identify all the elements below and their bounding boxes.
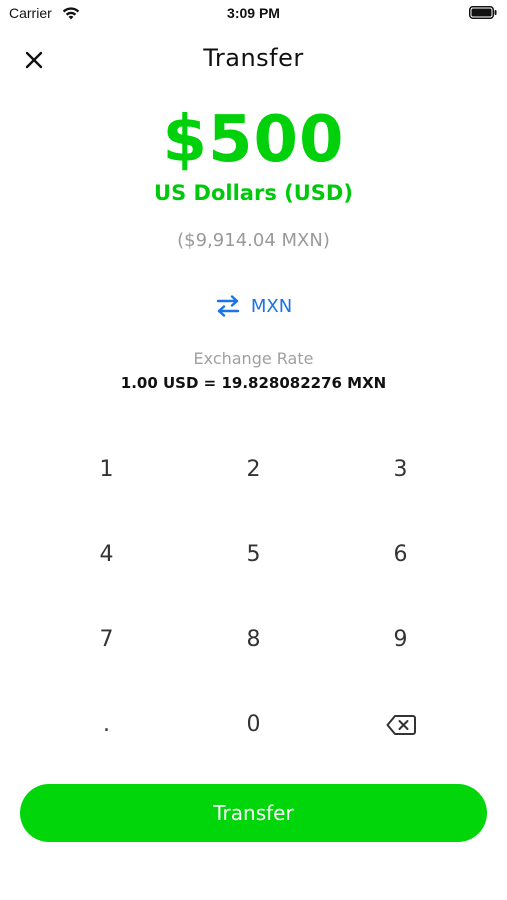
key-4[interactable]: 4: [33, 512, 180, 597]
currency-name: US Dollars (USD): [154, 181, 353, 205]
swap-arrows-icon: [216, 295, 240, 317]
transfer-amount: $500: [162, 103, 345, 177]
key-8[interactable]: 8: [180, 597, 327, 682]
key-0[interactable]: 0: [180, 682, 327, 767]
header: Transfer: [0, 40, 507, 80]
key-7[interactable]: 7: [33, 597, 180, 682]
key-5[interactable]: 5: [180, 512, 327, 597]
key-6[interactable]: 6: [327, 512, 474, 597]
numeric-keypad: 1 2 3 4 5 6 7 8 9 . 0: [33, 427, 474, 767]
status-bar: Carrier 3:09 PM: [0, 0, 507, 28]
transfer-button[interactable]: Transfer: [20, 784, 487, 842]
backspace-button[interactable]: [327, 682, 474, 767]
battery-icon: [469, 6, 497, 19]
page-title: Transfer: [203, 44, 304, 72]
status-time: 3:09 PM: [227, 5, 280, 21]
converted-amount: ($9,914.04 MXN): [177, 230, 330, 251]
key-9[interactable]: 9: [327, 597, 474, 682]
backspace-icon: [386, 714, 416, 735]
key-1[interactable]: 1: [33, 427, 180, 512]
swap-currency-label: MXN: [250, 295, 293, 317]
key-3[interactable]: 3: [327, 427, 474, 512]
key-decimal[interactable]: .: [33, 682, 180, 767]
key-2[interactable]: 2: [180, 427, 327, 512]
swap-currency-button[interactable]: MXN: [0, 295, 507, 317]
exchange-rate-value: 1.00 USD = 19.828082276 MXN: [120, 374, 387, 392]
exchange-rate-label: Exchange Rate: [193, 349, 314, 368]
